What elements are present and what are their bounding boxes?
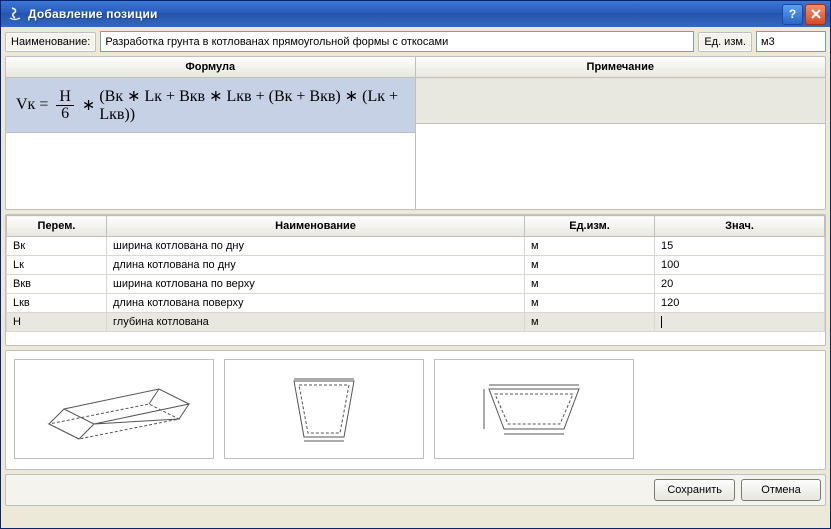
formula-lhs: Vк	[16, 96, 35, 114]
cell-var: Lк	[7, 256, 107, 275]
unit-label: Ед. изм.	[698, 32, 752, 52]
variables-table: Перем. Наименование Ед.изм. Знач. Bкшири…	[6, 215, 825, 332]
col-header-name: Наименование	[107, 216, 525, 237]
cell-name: ширина котлована по дну	[107, 237, 525, 256]
name-row: Наименование: Ед. изм.	[5, 31, 826, 52]
table-row[interactable]: Lквдлина котлована поверхум120	[7, 294, 825, 313]
table-row[interactable]: Hглубина котлованам	[7, 313, 825, 332]
variables-panel: Перем. Наименование Ед.изм. Знач. Bкшири…	[5, 214, 826, 346]
col-header-value: Знач.	[655, 216, 825, 237]
shape-thumbnail-top[interactable]	[434, 359, 634, 459]
cell-name: длина котлована поверху	[107, 294, 525, 313]
thumbnails-panel	[5, 350, 826, 470]
java-app-icon	[7, 6, 23, 22]
cell-name: глубина котлована	[107, 313, 525, 332]
cell-value[interactable]: 100	[655, 256, 825, 275]
table-row[interactable]: Bквширина котлована по верхум20	[7, 275, 825, 294]
table-row[interactable]: Bкширина котлована по днум15	[7, 237, 825, 256]
save-button[interactable]: Сохранить	[654, 479, 735, 501]
cancel-button[interactable]: Отмена	[741, 479, 821, 501]
cell-var: Lкв	[7, 294, 107, 313]
cell-var: H	[7, 313, 107, 332]
formula-fraction: H 6	[56, 89, 74, 122]
name-input[interactable]	[100, 31, 694, 52]
name-label: Наименование:	[5, 32, 96, 52]
cell-unit: м	[525, 313, 655, 332]
cell-unit: м	[525, 294, 655, 313]
cell-var: Bк	[7, 237, 107, 256]
cell-value[interactable]	[655, 313, 825, 332]
content-area: Наименование: Ед. изм. Формула Примечани…	[1, 27, 830, 528]
help-button[interactable]: ?	[782, 4, 803, 25]
col-header-var: Перем.	[7, 216, 107, 237]
cell-value[interactable]: 20	[655, 275, 825, 294]
cell-name: ширина котлована по верху	[107, 275, 525, 294]
shape-thumbnail-3d[interactable]	[14, 359, 214, 459]
titlebar: Добавление позиции ?	[1, 1, 830, 27]
cell-value[interactable]: 120	[655, 294, 825, 313]
cell-var: Bкв	[7, 275, 107, 294]
table-row[interactable]: Lкдлина котлована по днум100	[7, 256, 825, 275]
window-title: Добавление позиции	[28, 7, 780, 21]
formula-panel: Формула Примечание Vк = H 6 ∗	[5, 56, 826, 210]
close-button[interactable]	[805, 4, 826, 25]
shape-thumbnail-side[interactable]	[224, 359, 424, 459]
dialog-window: Добавление позиции ? Наименование: Ед. и…	[0, 0, 831, 529]
cell-unit: м	[525, 275, 655, 294]
formula-rhs: (Bк ∗ Lк + Bкв ∗ Lкв + (Bк + Bкв) ∗ (Lк …	[99, 86, 404, 124]
cell-value[interactable]: 15	[655, 237, 825, 256]
unit-input[interactable]	[756, 31, 826, 52]
formula-cell[interactable]: Vк = H 6 ∗ (Bк ∗ Lк + Bкв ∗ Lкв + (Bк + …	[6, 78, 415, 133]
button-bar: Сохранить Отмена	[5, 474, 826, 506]
note-cell[interactable]	[416, 78, 826, 124]
cell-unit: м	[525, 237, 655, 256]
col-header-note: Примечание	[416, 57, 826, 77]
cell-name: длина котлована по дну	[107, 256, 525, 275]
col-header-formula: Формула	[6, 57, 416, 77]
col-header-unit: Ед.изм.	[525, 216, 655, 237]
cell-unit: м	[525, 256, 655, 275]
